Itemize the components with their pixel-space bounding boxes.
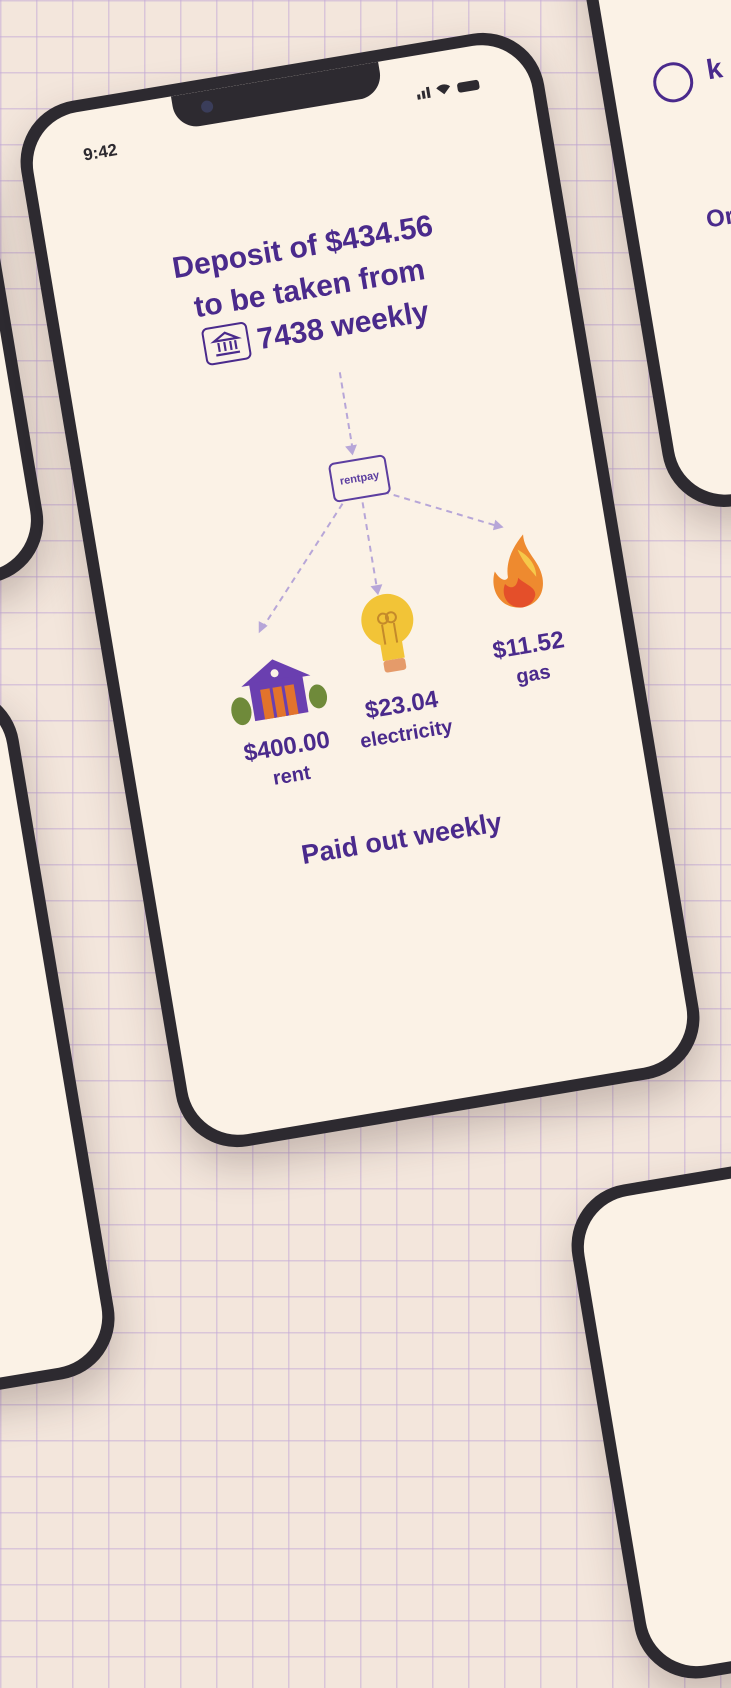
background-phone-bottom-right bbox=[562, 1112, 731, 1688]
option-label: k bbox=[704, 52, 725, 86]
radio-option[interactable] bbox=[650, 59, 697, 106]
main-phone: 9:42 Deposit of $434.56 to be taken from bbox=[11, 23, 709, 1157]
background-phone-screen bbox=[0, 692, 111, 1448]
background-phone-screen bbox=[575, 1125, 731, 1675]
or-text: Or bbox=[704, 202, 731, 234]
house-icon bbox=[231, 659, 328, 726]
main-phone-screen: 9:42 Deposit of $434.56 to be taken from bbox=[24, 37, 696, 1143]
background-phone-left-bottom bbox=[0, 678, 124, 1462]
lightbulb-icon bbox=[361, 593, 414, 673]
payout-frequency-text: Paid out weekly bbox=[299, 807, 504, 871]
flame-icon bbox=[493, 534, 543, 608]
payee-electricity: $23.04 electricity bbox=[318, 578, 473, 759]
